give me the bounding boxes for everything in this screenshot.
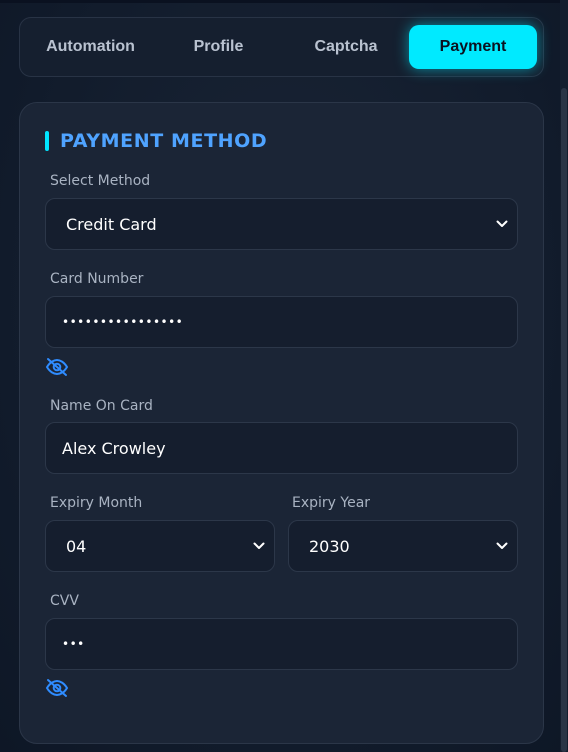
card-number-value: •••••••••••••••• xyxy=(62,315,184,329)
tab-bar: Automation Profile Captcha Payment xyxy=(19,17,544,77)
tab-captcha[interactable]: Captcha xyxy=(282,25,410,69)
select-method-label: Select Method xyxy=(50,173,151,189)
expiry-month-dropdown[interactable]: 04 xyxy=(45,520,275,572)
chevron-down-icon xyxy=(244,520,274,572)
top-edge xyxy=(0,0,568,3)
settings-page: Automation Profile Captcha Payment PAYME… xyxy=(0,0,568,752)
payment-method-card: PAYMENT METHOD Select Method Credit Card… xyxy=(19,102,544,744)
eye-slash-icon[interactable] xyxy=(45,678,69,698)
tab-profile[interactable]: Profile xyxy=(156,25,281,69)
chevron-down-icon xyxy=(487,520,517,572)
cvv-input[interactable]: ••• xyxy=(45,618,518,670)
select-method-dropdown[interactable]: Credit Card xyxy=(45,198,518,250)
name-on-card-input[interactable]: Alex Crowley xyxy=(45,422,518,474)
card-number-label: Card Number xyxy=(50,271,144,287)
section-title-text: PAYMENT METHOD xyxy=(60,130,268,152)
chevron-down-icon xyxy=(487,198,517,250)
select-method-value: Credit Card xyxy=(66,214,157,234)
scrollbar[interactable] xyxy=(560,0,568,752)
section-title: PAYMENT METHOD xyxy=(45,130,267,152)
expiry-year-value: 2030 xyxy=(309,536,350,556)
expiry-month-label: Expiry Month xyxy=(50,495,143,511)
eye-slash-icon[interactable] xyxy=(45,357,69,377)
section-accent-bar xyxy=(45,131,49,151)
name-on-card-label: Name On Card xyxy=(50,398,153,414)
expiry-year-label: Expiry Year xyxy=(292,495,371,511)
tab-payment[interactable]: Payment xyxy=(409,25,537,69)
card-number-input[interactable]: •••••••••••••••• xyxy=(45,296,518,348)
cvv-value: ••• xyxy=(62,637,85,651)
cvv-label: CVV xyxy=(50,593,79,609)
tab-automation[interactable]: Automation xyxy=(28,25,153,69)
expiry-month-value: 04 xyxy=(66,536,87,556)
scrollbar-thumb[interactable] xyxy=(561,88,567,752)
name-on-card-value: Alex Crowley xyxy=(62,438,166,458)
expiry-year-dropdown[interactable]: 2030 xyxy=(288,520,518,572)
